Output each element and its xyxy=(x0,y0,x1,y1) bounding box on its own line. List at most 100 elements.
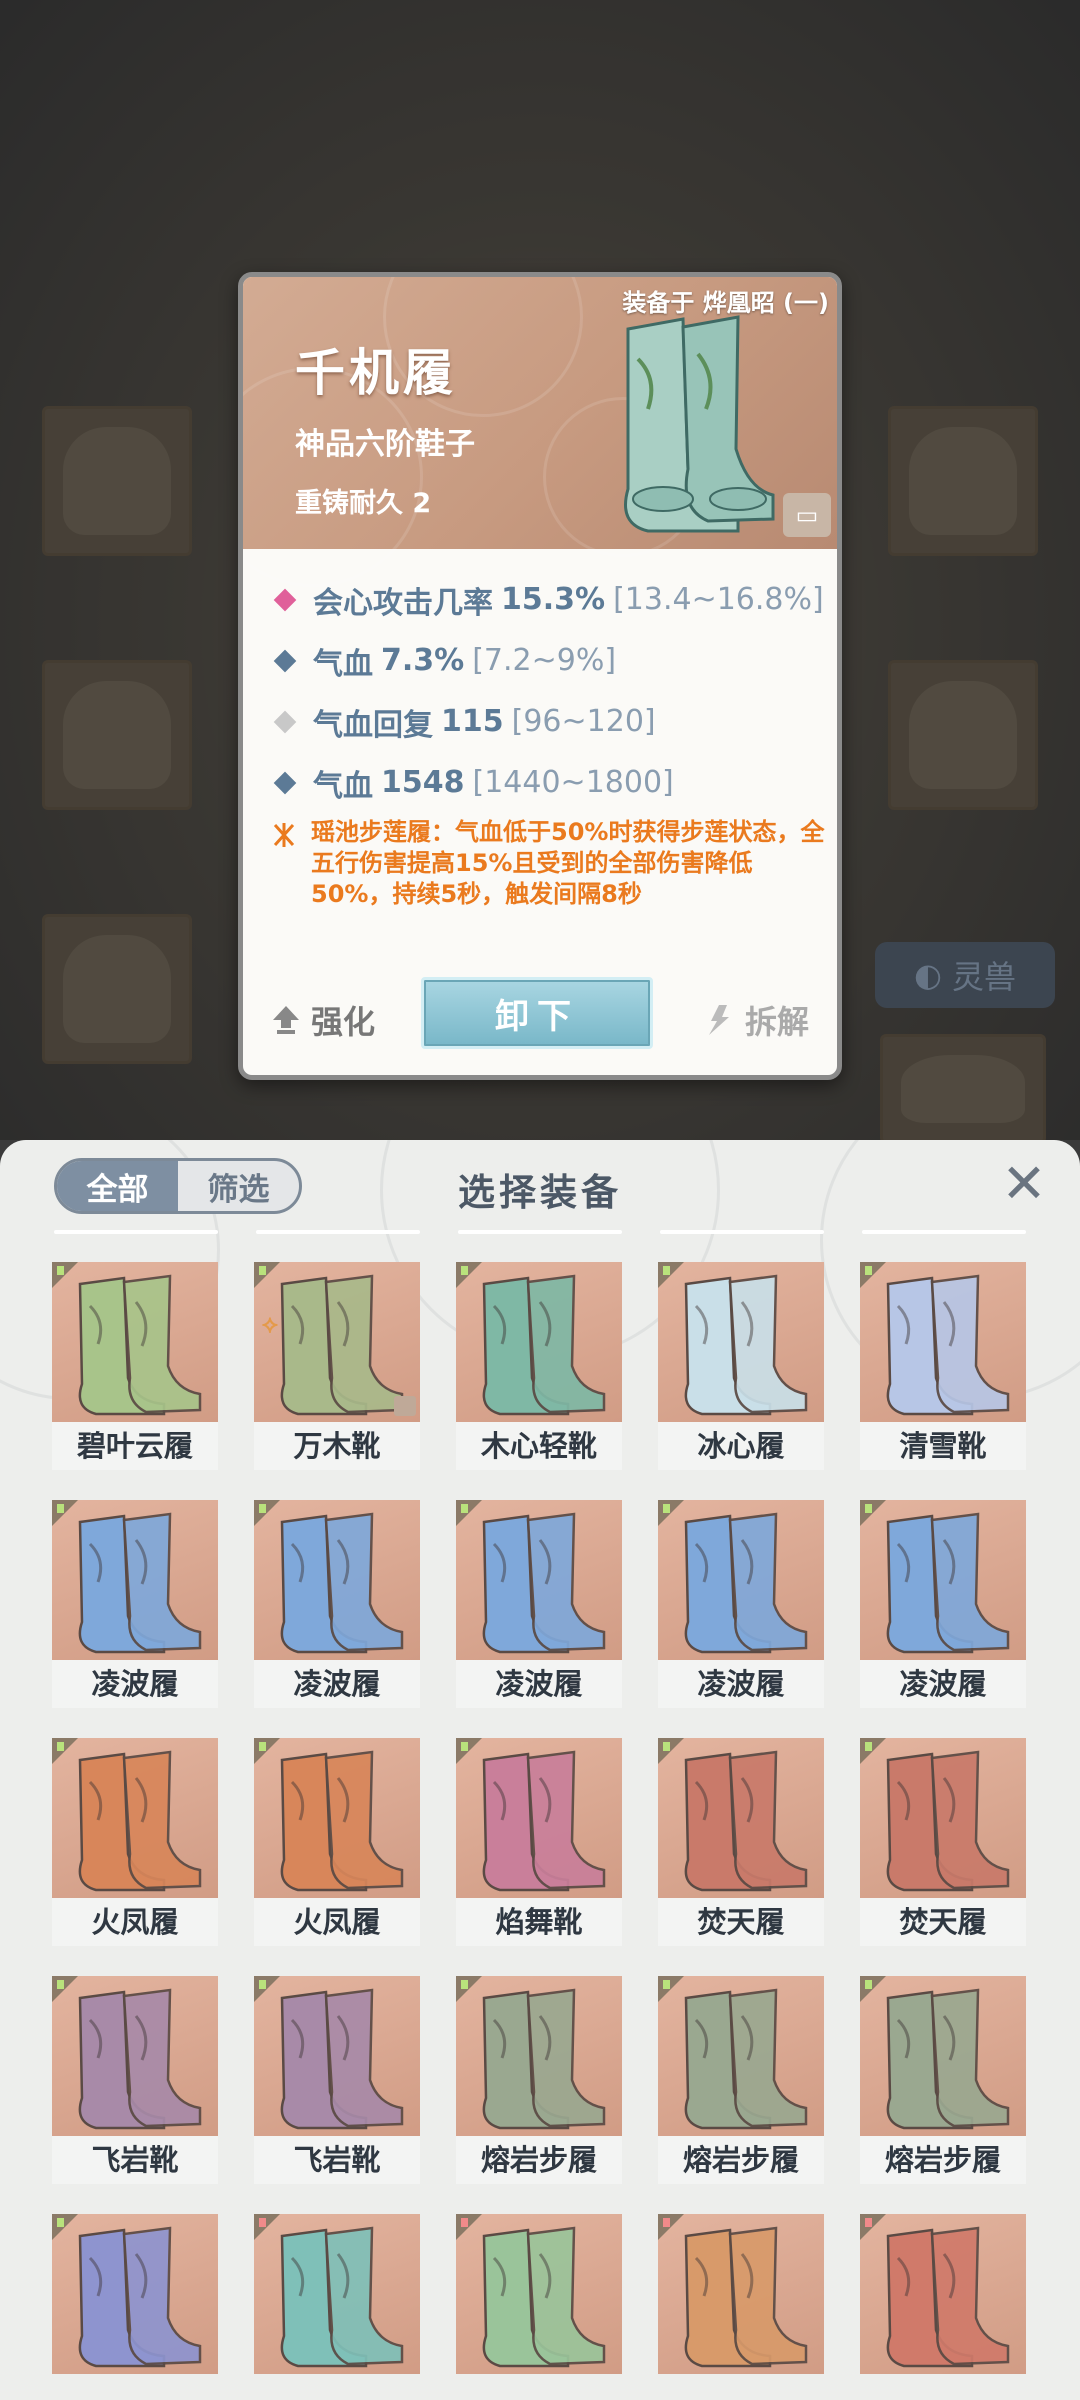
equipment-name: 飞岩靴 xyxy=(254,2136,420,2184)
equipment-card[interactable] xyxy=(658,2214,824,2400)
stat-name: 气血 xyxy=(313,646,373,682)
equipment-card[interactable] xyxy=(52,2214,218,2400)
equipment-card[interactable] xyxy=(254,2214,420,2400)
decompose-label: 拆解 xyxy=(744,1003,809,1041)
equipment-name: 焚天履 xyxy=(860,1898,1026,1946)
equipment-card[interactable]: 焚天履 xyxy=(658,1738,824,1946)
lock-icon xyxy=(394,1396,416,1416)
equipment-card[interactable]: 凌波履 xyxy=(52,1500,218,1708)
boot-art-icon xyxy=(658,2214,824,2374)
stat-name: 会心攻击几率 xyxy=(313,585,493,621)
stat-value: 7.3% xyxy=(381,643,465,678)
stat-value: 1548 xyxy=(381,765,465,800)
stat-range: [13.4~16.8%] xyxy=(613,582,824,617)
equipment-card[interactable]: 焰舞靴 xyxy=(456,1738,622,1946)
set-effect-icon xyxy=(273,823,295,847)
close-icon[interactable]: ✕ xyxy=(998,1156,1050,1212)
equipment-card[interactable]: 飞岩靴 xyxy=(254,1976,420,2184)
boot-art-icon xyxy=(456,1262,622,1422)
equipment-card[interactable]: 凌波履 xyxy=(860,1500,1026,1708)
item-header: 装备于 烨凰昭 (一) 千机履 神品六阶鞋子 重铸耐久 2 ▭ xyxy=(243,277,837,587)
action-buttons: 强化 卸下 拆解 xyxy=(243,977,837,1057)
boot-art-icon xyxy=(52,1738,218,1898)
diamond-icon xyxy=(273,649,297,672)
column-dividers xyxy=(54,1230,1026,1236)
equipment-card[interactable]: 火凤履 xyxy=(254,1738,420,1946)
boot-art-icon xyxy=(658,1262,824,1422)
equipment-card[interactable]: 凌波履 xyxy=(658,1500,824,1708)
equipment-card[interactable] xyxy=(860,2214,1026,2400)
boot-art-icon xyxy=(860,1262,1026,1422)
unequip-button[interactable]: 卸下 xyxy=(421,977,653,1049)
boot-art-icon xyxy=(254,1500,420,1660)
diamond-icon xyxy=(273,710,297,733)
equipment-name: 火凤履 xyxy=(52,1898,218,1946)
equipment-name: 凌波履 xyxy=(860,1660,1026,1708)
equipment-card[interactable]: 飞岩靴 xyxy=(52,1976,218,2184)
upgrade-label: 强化 xyxy=(311,1003,376,1041)
equipment-name: 焰舞靴 xyxy=(456,1898,622,1946)
stat-name: 气血 xyxy=(313,768,373,804)
boot-art-icon xyxy=(860,2214,1026,2374)
boot-art-icon xyxy=(456,1500,622,1660)
boot-art-icon xyxy=(52,1976,218,2136)
stat-range: [96~120] xyxy=(511,704,656,739)
boot-illustration-icon xyxy=(624,315,775,533)
boot-art-icon xyxy=(52,2214,218,2374)
equipment-card[interactable]: 木心轻靴 xyxy=(456,1262,622,1470)
equipment-name: 凌波履 xyxy=(254,1660,420,1708)
boot-art-icon xyxy=(456,1738,622,1898)
stat-row: 气血 7.3% [7.2~9%] xyxy=(271,630,831,691)
item-name: 千机履 xyxy=(295,344,457,402)
equipment-card[interactable] xyxy=(456,2214,622,2400)
stat-row: 会心攻击几率 15.3% [13.4~16.8%] xyxy=(271,569,831,630)
equipment-name: 冰心履 xyxy=(658,1422,824,1470)
equipment-card[interactable]: 熔岩步履 xyxy=(456,1976,622,2184)
equipment-card[interactable]: 清雪靴 xyxy=(860,1262,1026,1470)
equipment-card[interactable]: ⟡ 万木靴 xyxy=(254,1262,420,1470)
equipment-card[interactable]: 火凤履 xyxy=(52,1738,218,1946)
special-effect-text: 瑶池步莲履：气血低于50%时获得步莲状态，全五行伤害提高15%且受到的全部伤害降… xyxy=(311,818,825,908)
boot-art-icon xyxy=(860,1738,1026,1898)
arrow-up-icon xyxy=(273,1006,299,1034)
equipment-name: 碧叶云履 xyxy=(52,1422,218,1470)
diamond-icon xyxy=(273,588,297,611)
upgrade-button[interactable]: 强化 xyxy=(271,997,375,1043)
stat-name: 气血回复 xyxy=(313,707,433,743)
decompose-button[interactable]: 拆解 xyxy=(703,997,809,1043)
equipment-name: 火凤履 xyxy=(254,1898,420,1946)
equipment-card[interactable]: 熔岩步履 xyxy=(658,1976,824,2184)
equipment-card[interactable]: 碧叶云履 xyxy=(52,1262,218,1470)
lock-icon[interactable]: ▭ xyxy=(783,493,831,537)
stat-list: 会心攻击几率 15.3% [13.4~16.8%] 气血 7.3% [7.2~9… xyxy=(271,569,831,813)
equipment-name: 熔岩步履 xyxy=(860,2136,1026,2184)
boot-art-icon xyxy=(254,1738,420,1898)
special-effect: 瑶池步莲履：气血低于50%时获得步莲状态，全五行伤害提高15%且受到的全部伤害降… xyxy=(271,817,831,910)
equipment-name: 木心轻靴 xyxy=(456,1422,622,1470)
boot-art-icon xyxy=(52,1500,218,1660)
equipment-card[interactable]: 冰心履 xyxy=(658,1262,824,1470)
boot-art-icon xyxy=(254,1976,420,2136)
equipment-card[interactable]: 焚天履 xyxy=(860,1738,1026,1946)
boot-art-icon xyxy=(658,1500,824,1660)
decompose-icon xyxy=(708,1005,729,1035)
stat-range: [1440~1800] xyxy=(472,765,674,800)
equipment-name: 熔岩步履 xyxy=(658,2136,824,2184)
item-durability: 重铸耐久 2 xyxy=(295,488,432,519)
boot-art-icon xyxy=(860,1500,1026,1660)
stat-row: 气血 1548 [1440~1800] xyxy=(271,752,831,813)
equipment-name: 焚天履 xyxy=(658,1898,824,1946)
equipment-card[interactable]: 凌波履 xyxy=(456,1500,622,1708)
equipment-card[interactable]: 凌波履 xyxy=(254,1500,420,1708)
boot-art-icon xyxy=(658,1976,824,2136)
boot-art-icon xyxy=(658,1738,824,1898)
boot-art-icon xyxy=(456,2214,622,2374)
equipment-name: 熔岩步履 xyxy=(456,2136,622,2184)
boot-art-icon xyxy=(860,1976,1026,2136)
item-grade: 神品六阶鞋子 xyxy=(295,427,475,462)
boot-art-icon xyxy=(254,2214,420,2374)
boot-art-icon xyxy=(52,1262,218,1422)
equipment-card[interactable]: 熔岩步履 xyxy=(860,1976,1026,2184)
equipment-name: 凌波履 xyxy=(456,1660,622,1708)
stat-value: 15.3% xyxy=(501,582,606,617)
